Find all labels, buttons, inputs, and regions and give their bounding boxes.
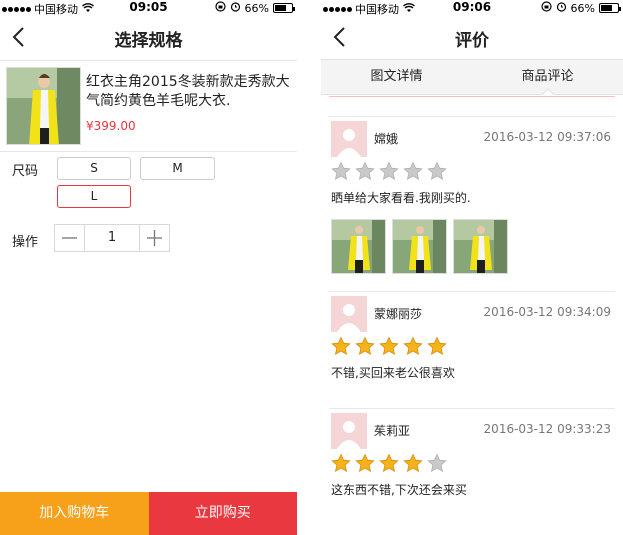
rating-stars — [331, 336, 447, 360]
lock-rotation-icon — [540, 1, 552, 15]
review-item: 蒙娜丽莎 2016-03-12 09:34:09 不错,买回来老公很喜欢 — [329, 291, 615, 408]
star-icon — [331, 453, 351, 477]
review-time: 2016-03-12 09:33:23 — [483, 422, 611, 436]
tab-reviews[interactable]: 商品评论 — [472, 60, 623, 94]
review-photos — [331, 219, 508, 274]
quantity-label: 操作 — [12, 235, 39, 250]
star-icon — [355, 161, 375, 185]
alarm-icon — [556, 1, 567, 15]
nav-bar: 评价 — [321, 17, 623, 59]
rating-stars — [331, 453, 447, 477]
detail-tabs: 图文详情 商品评论 — [321, 59, 623, 95]
product-image — [6, 67, 81, 145]
star-icon — [403, 336, 423, 360]
size-option-s[interactable]: S — [57, 157, 131, 180]
size-option-l[interactable]: L — [57, 185, 131, 208]
star-icon — [403, 161, 423, 185]
star-icon — [379, 336, 399, 360]
product-price: ¥399.00 — [86, 119, 136, 133]
page-title: 评价 — [455, 31, 489, 51]
action-bar: 加入购物车 立即购买 — [0, 492, 297, 535]
review-text: 晒单给大家看看.我刚买的. — [331, 191, 471, 205]
status-bar: 中国移动 09:05 66% — [0, 0, 297, 16]
star-icon — [379, 161, 399, 185]
star-icon — [379, 453, 399, 477]
rating-stars — [331, 161, 447, 185]
review-photo[interactable] — [392, 219, 447, 274]
review-text: 不错,买回来老公很喜欢 — [331, 366, 455, 380]
review-item: 茱莉亚 2016-03-12 09:33:23 这东西不错,下次还会来买 — [329, 408, 615, 525]
spec-selection-screen: 中国移动 09:05 66% 选择规格 红衣主角2015冬装新款走秀款大气简约黄… — [0, 0, 297, 535]
status-bar: 中国移动 09:06 66% — [321, 0, 623, 16]
review-photo[interactable] — [331, 219, 386, 274]
minus-icon[interactable] — [55, 225, 84, 251]
battery-icon — [273, 3, 295, 13]
reviewer-name: 嫦娥 — [374, 132, 399, 146]
star-icon — [331, 161, 351, 185]
battery-percent: 66% — [570, 1, 595, 15]
page-title: 选择规格 — [114, 31, 183, 51]
battery-icon — [599, 3, 621, 13]
alarm-icon — [230, 1, 241, 15]
review-item: 嫦娥 2016-03-12 09:37:06 晒单给大家看看.我刚买的. — [329, 116, 615, 291]
star-icon — [355, 453, 375, 477]
reviews-screen: 中国移动 09:06 66% 评价 图文详情 商品评论 嫦娥 2016-03-12… — [321, 0, 623, 535]
star-icon — [427, 161, 447, 185]
product-summary: 红衣主角2015冬装新款走秀款大气简约黄色羊毛呢大衣. ¥399.00 — [0, 60, 297, 152]
star-icon — [355, 336, 375, 360]
avatar-placeholder-icon — [331, 296, 367, 332]
avatar-placeholder-icon — [331, 121, 367, 157]
review-time: 2016-03-12 09:37:06 — [483, 130, 611, 144]
avatar-placeholder-icon — [331, 413, 367, 449]
tab-detail[interactable]: 图文详情 — [321, 60, 472, 94]
review-photo[interactable] — [453, 219, 508, 274]
size-option-m[interactable]: M — [140, 157, 215, 180]
buy-now-button[interactable]: 立即购买 — [148, 492, 297, 535]
tab-divider — [329, 96, 615, 97]
quantity-input[interactable]: 1 — [84, 225, 140, 251]
star-icon — [427, 336, 447, 360]
lock-rotation-icon — [214, 1, 226, 15]
add-to-cart-button[interactable]: 加入购物车 — [0, 492, 149, 535]
reviewer-name: 蒙娜丽莎 — [374, 307, 423, 321]
star-icon — [331, 336, 351, 360]
plus-icon[interactable] — [140, 225, 169, 251]
battery-percent: 66% — [244, 1, 269, 15]
product-name: 红衣主角2015冬装新款走秀款大气简约黄色羊毛呢大衣. — [86, 74, 290, 109]
quantity-stepper: 1 — [54, 224, 170, 252]
review-text: 这东西不错,下次还会来买 — [331, 483, 467, 497]
nav-bar: 选择规格 — [0, 17, 297, 59]
reviewer-name: 茱莉亚 — [374, 424, 411, 438]
star-icon — [403, 453, 423, 477]
size-label: 尺码 — [12, 164, 39, 179]
star-icon — [427, 453, 447, 477]
review-time: 2016-03-12 09:34:09 — [483, 305, 611, 319]
